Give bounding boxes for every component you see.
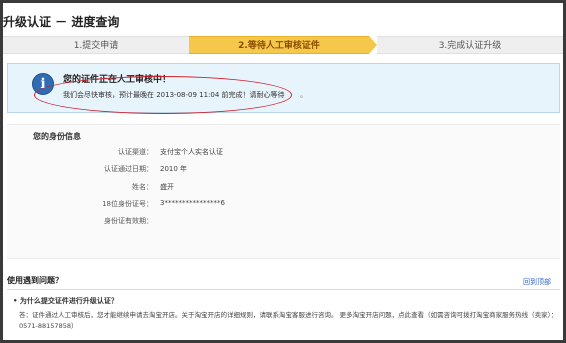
highlight-ellipse [34, 76, 292, 114]
row-label: 身份证有效期： [104, 217, 153, 225]
step-complete: 3.完成认证升级 [377, 36, 563, 54]
identity-row-name: 姓名： 盛开 [7, 182, 307, 194]
row-label: 认证渠道： [118, 148, 153, 156]
divider [7, 289, 560, 290]
progress-steps: 1.提交申请 2.等待人工审核证件 3.完成认证升级 [3, 36, 563, 54]
step-arrow-icon [369, 36, 377, 54]
identity-row-validity: 身份证有效期： [7, 216, 307, 228]
row-value: 支付宝个人实名认证 [160, 148, 223, 156]
page-title: 升级认证 － 进度查询 [3, 15, 120, 29]
step-submit: 1.提交申请 [3, 36, 189, 54]
faq-answer: 答：证件通过人工审核后，您才能继续申请去淘宝开店。关于淘宝开店的详细规则，请联系… [19, 311, 558, 330]
row-label: 认证通过日期： [104, 165, 153, 173]
help-title: 使用遇到问题？ [7, 276, 63, 285]
row-value: 2010 年 [160, 165, 188, 173]
identity-row-date: 认证通过日期： 2010 年 [7, 164, 307, 176]
faq-question: • 为什么提交证件进行升级认证？ [13, 297, 118, 305]
step-review-active: 2.等待人工审核证件 [189, 36, 369, 54]
row-label: 姓名： [132, 183, 153, 191]
notice-trailing: 。 [300, 91, 307, 99]
identity-row-id-number: 18位身份证号： 3****************6 [7, 199, 307, 211]
identity-row-channel: 认证渠道： 支付宝个人实名认证 [7, 147, 307, 159]
identity-title: 您的身份信息 [33, 132, 81, 141]
identity-section: 您的身份信息 认证渠道： 支付宝个人实名认证 认证通过日期： 2010 年 姓名… [7, 124, 560, 259]
review-notice: i 您的证件正在人工审核中！ 我们会尽快审核，预计最晚在 2013-08-09 … [7, 63, 560, 114]
page-frame: 升级认证 － 进度查询 1.提交申请 2.等待人工审核证件 3.完成认证升级 i… [3, 3, 563, 340]
row-label: 18位身份证号： [102, 200, 153, 208]
row-value: 3****************6 [160, 199, 225, 207]
back-to-top-link[interactable]: 回到顶部 [523, 277, 551, 287]
row-value: 盛开 [160, 183, 174, 191]
